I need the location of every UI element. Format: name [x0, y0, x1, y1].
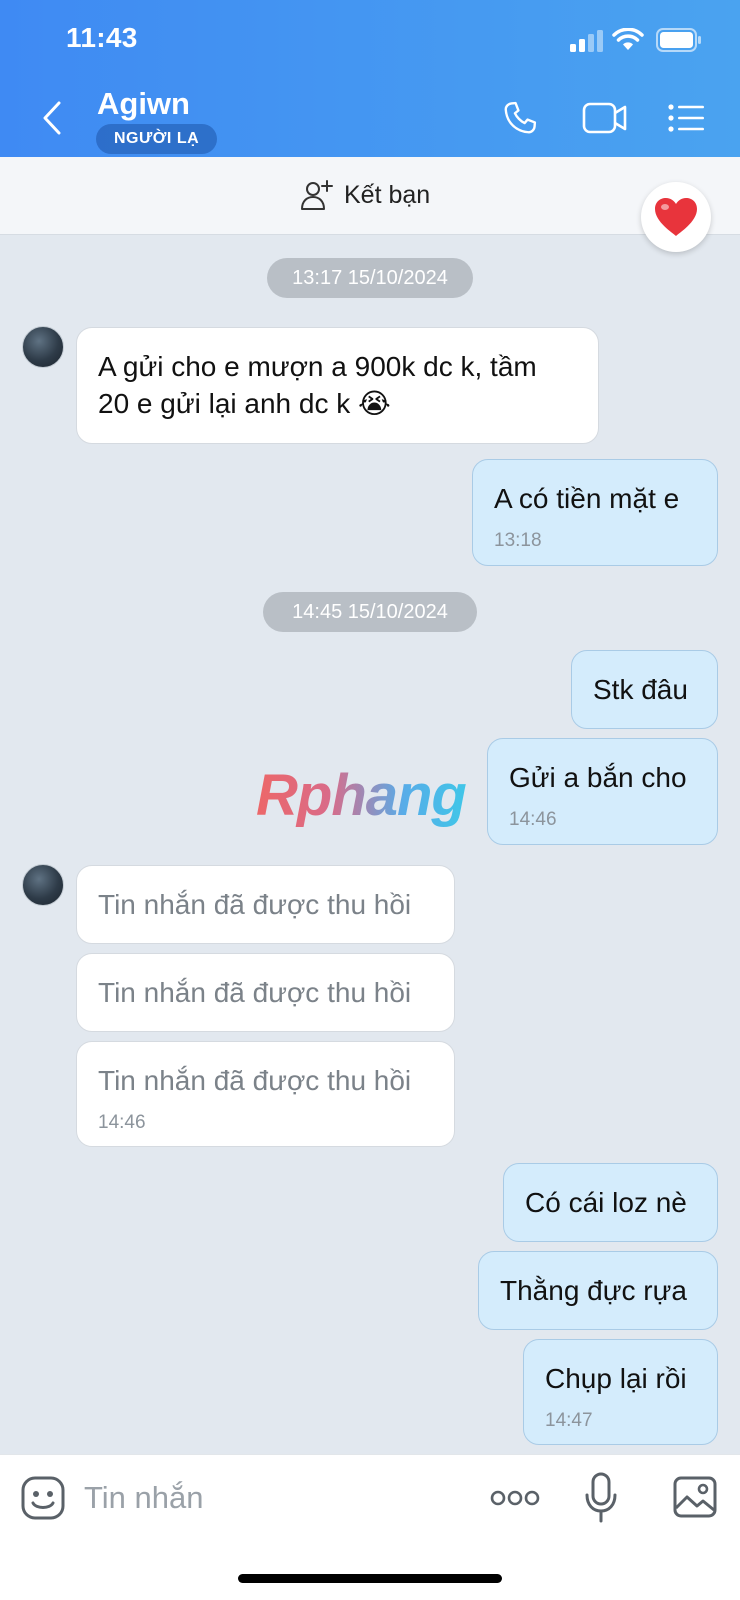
heart-icon — [655, 198, 697, 236]
crying-emoji: 😭 — [358, 388, 391, 419]
message-bubble-outgoing[interactable]: Chụp lại rồi 14:47 — [523, 1339, 718, 1445]
cellular-signal-icon — [570, 30, 603, 52]
message-time: 14:47 — [545, 1410, 593, 1431]
message-text-line-2-text: 20 e gửi lại anh dc k — [98, 388, 351, 419]
message-text: A có tiền mặt e — [494, 483, 680, 514]
message-text-line-2: 20 e gửi lại anh dc k 😭 — [98, 385, 391, 422]
options-menu-button[interactable] — [664, 96, 708, 140]
heart-reaction-button[interactable] — [641, 182, 711, 252]
status-time: 11:43 — [66, 22, 138, 53]
message-bubble-incoming[interactable]: A gửi cho e mượn a 900k dc k, tầm 20 e g… — [76, 327, 599, 444]
message-bubble-outgoing[interactable]: Gửi a bắn cho 14:46 — [487, 738, 718, 845]
message-text: Tin nhắn đã được thu hồi — [98, 889, 412, 920]
back-button[interactable] — [34, 96, 70, 140]
message-time: 14:46 — [98, 1112, 146, 1133]
message-text: Có cái loz nè — [525, 1187, 687, 1218]
message-bubble-outgoing[interactable]: Stk đâu — [571, 650, 718, 729]
list-menu-icon — [668, 104, 704, 132]
add-friend-bar: Kết bạn — [0, 157, 740, 235]
watermark-logo: Rphang — [256, 763, 467, 828]
date-separator: 14:45 15/10/2024 — [263, 592, 477, 632]
add-friend-button[interactable]: Kết bạn — [300, 179, 430, 211]
message-time: 13:18 — [494, 530, 542, 551]
wifi-icon — [612, 28, 644, 50]
message-text: A gửi cho e mượn a 900k dc k, tầm — [98, 351, 537, 382]
chat-header: 11:43 Agiwn NGƯỜI LẠ — [0, 0, 740, 157]
sticker-icon[interactable] — [20, 1475, 66, 1521]
date-separator: 13:17 15/10/2024 — [267, 258, 473, 298]
message-input[interactable] — [84, 1473, 464, 1523]
recalled-message-bubble[interactable]: Tin nhắn đã được thu hồi 14:46 — [76, 1041, 455, 1147]
message-time: 14:46 — [509, 809, 557, 830]
battery-icon — [656, 28, 701, 52]
message-text: Tin nhắn đã được thu hồi — [98, 977, 412, 1008]
add-person-icon — [301, 180, 333, 210]
message-text: Stk đâu — [593, 674, 688, 705]
video-call-button[interactable] — [580, 96, 630, 140]
voice-call-button[interactable] — [498, 96, 542, 140]
recalled-message-bubble[interactable]: Tin nhắn đã được thu hồi — [76, 865, 455, 944]
image-gallery-icon[interactable] — [672, 1475, 718, 1519]
avatar[interactable] — [22, 326, 64, 368]
message-text: Thằng đực rựa — [500, 1275, 687, 1306]
home-indicator[interactable] — [238, 1574, 502, 1583]
message-bubble-outgoing[interactable]: Có cái loz nè — [503, 1163, 718, 1242]
add-friend-label: Kết bạn — [344, 180, 431, 209]
recalled-message-bubble[interactable]: Tin nhắn đã được thu hồi — [76, 953, 455, 1032]
chevron-left-icon — [43, 101, 61, 135]
message-text: Tin nhắn đã được thu hồi — [98, 1065, 412, 1096]
video-camera-icon — [582, 102, 627, 134]
stranger-badge: NGƯỜI LẠ — [96, 124, 218, 154]
microphone-icon[interactable] — [584, 1471, 618, 1525]
more-options-icon[interactable] — [490, 1483, 540, 1513]
message-text: Gửi a bắn cho — [509, 762, 687, 793]
message-text: Chụp lại rồi — [545, 1363, 687, 1394]
contact-name[interactable]: Agiwn — [97, 86, 190, 122]
message-bubble-outgoing[interactable]: Thằng đực rựa — [478, 1251, 718, 1330]
message-bubble-outgoing[interactable]: A có tiền mặt e 13:18 — [472, 459, 718, 566]
phone-icon — [504, 101, 537, 134]
avatar[interactable] — [22, 864, 64, 906]
